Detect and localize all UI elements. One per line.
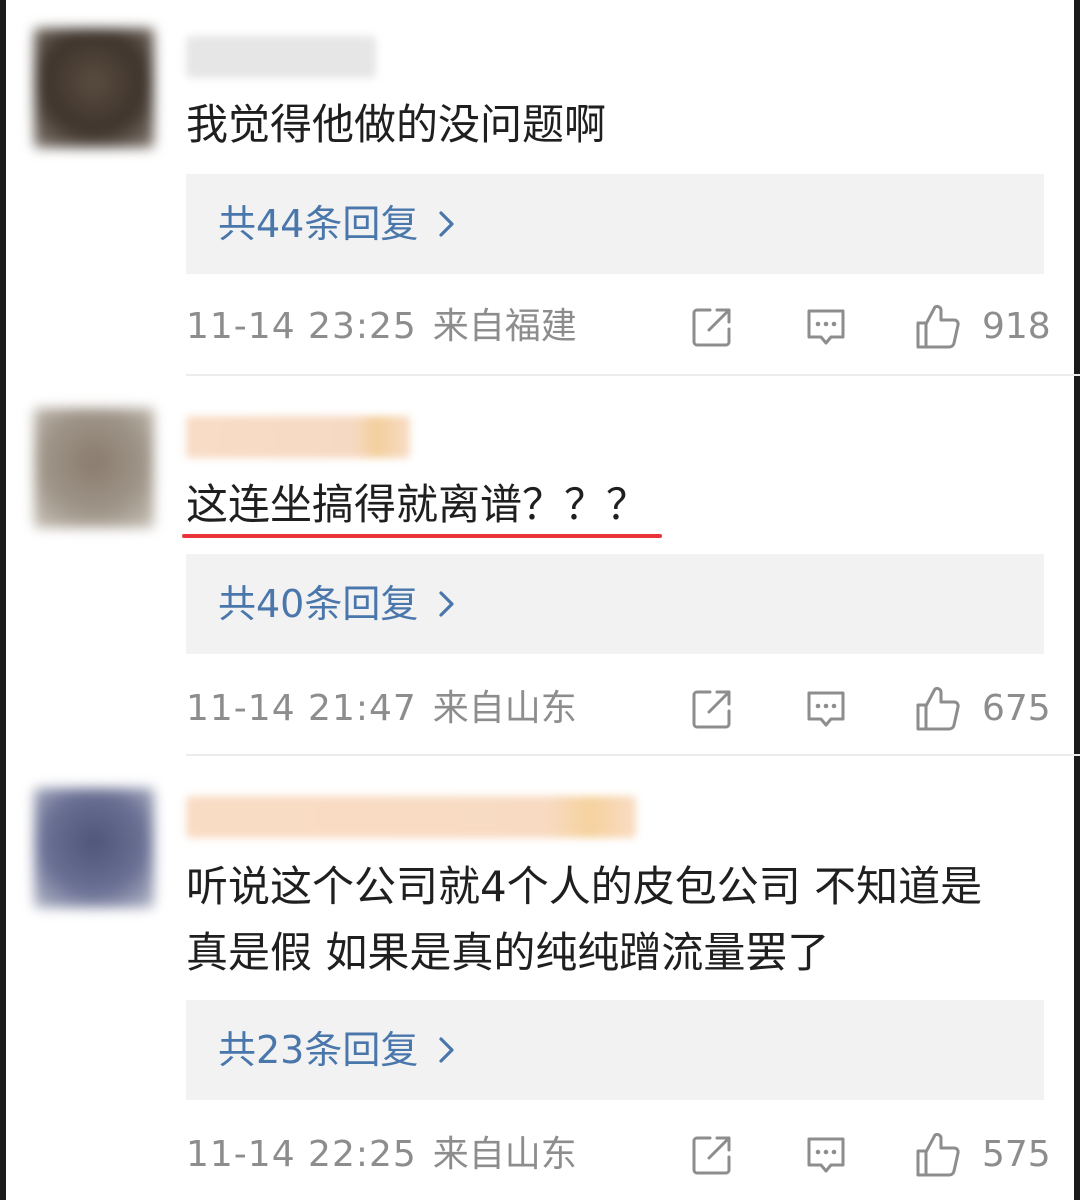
avatar[interactable] bbox=[34, 788, 154, 908]
comment-item: 这连坐搞得就离谱？？？ 共40条回复 11-14 21:47 来自山东 675 bbox=[0, 408, 1080, 748]
divider bbox=[186, 374, 1080, 376]
comment-location: 来自山东 bbox=[432, 1134, 577, 1175]
comment-timestamp: 11-14 23:25 bbox=[186, 306, 417, 347]
comment-timestamp: 11-14 21:47 bbox=[186, 688, 417, 729]
reply-summary-box[interactable]: 共40条回复 bbox=[186, 554, 1044, 654]
red-underline-annotation bbox=[182, 534, 662, 538]
avatar[interactable] bbox=[34, 408, 154, 528]
comment-text: 听说这个公司就4个人的皮包公司 不知道是 真是假 如果是真的纯纯蹭流量罢了 bbox=[186, 854, 1046, 986]
share-icon[interactable] bbox=[690, 305, 734, 349]
view-replies-link[interactable]: 共23条回复 bbox=[218, 1000, 418, 1100]
comment-icon[interactable] bbox=[804, 687, 848, 731]
avatar[interactable] bbox=[34, 28, 154, 148]
comment-meta: 11-14 22:25 来自山东 bbox=[186, 1130, 577, 1180]
thumbs-up-icon[interactable] bbox=[914, 1131, 962, 1179]
thumbs-up-icon[interactable] bbox=[914, 303, 962, 351]
comment-item: 我觉得他做的没问题啊 共44条回复 11-14 23:25 来自福建 918 bbox=[0, 28, 1080, 368]
like-count: 675 bbox=[982, 688, 1051, 729]
comment-meta: 11-14 23:25 来自福建 bbox=[186, 302, 577, 352]
comment-location: 来自福建 bbox=[432, 306, 577, 347]
username-blurred[interactable] bbox=[186, 416, 410, 458]
like-count: 575 bbox=[982, 1134, 1051, 1175]
view-replies-link[interactable]: 共44条回复 bbox=[218, 174, 418, 274]
comment-text: 我觉得他做的没问题啊 bbox=[186, 100, 607, 149]
comment-icon[interactable] bbox=[804, 1133, 848, 1177]
reply-summary-box[interactable]: 共23条回复 bbox=[186, 1000, 1044, 1100]
comment-location: 来自山东 bbox=[432, 688, 577, 729]
comment-text-line: 听说这个公司就4个人的皮包公司 不知道是 bbox=[186, 862, 983, 911]
share-icon[interactable] bbox=[690, 687, 734, 731]
like-count: 918 bbox=[982, 306, 1051, 347]
comment-timestamp: 11-14 22:25 bbox=[186, 1134, 417, 1175]
reply-summary-box[interactable]: 共44条回复 bbox=[186, 174, 1044, 274]
username-blurred[interactable] bbox=[186, 36, 376, 78]
chevron-right-icon bbox=[439, 211, 454, 237]
username-blurred[interactable] bbox=[186, 796, 636, 838]
comment-icon[interactable] bbox=[804, 305, 848, 349]
view-replies-link[interactable]: 共40条回复 bbox=[218, 554, 418, 654]
divider bbox=[186, 754, 1080, 756]
comment-list-screen: 我觉得他做的没问题啊 共44条回复 11-14 23:25 来自福建 918 这… bbox=[0, 0, 1080, 1200]
thumbs-up-icon[interactable] bbox=[914, 685, 962, 733]
comment-text: 这连坐搞得就离谱？？？ bbox=[186, 480, 649, 529]
chevron-right-icon bbox=[439, 1037, 454, 1063]
share-icon[interactable] bbox=[690, 1133, 734, 1177]
chevron-right-icon bbox=[439, 591, 454, 617]
comment-text-line: 真是假 如果是真的纯纯蹭流量罢了 bbox=[186, 928, 830, 977]
comment-item: 听说这个公司就4个人的皮包公司 不知道是 真是假 如果是真的纯纯蹭流量罢了 共2… bbox=[0, 788, 1080, 1200]
comment-meta: 11-14 21:47 来自山东 bbox=[186, 684, 577, 734]
